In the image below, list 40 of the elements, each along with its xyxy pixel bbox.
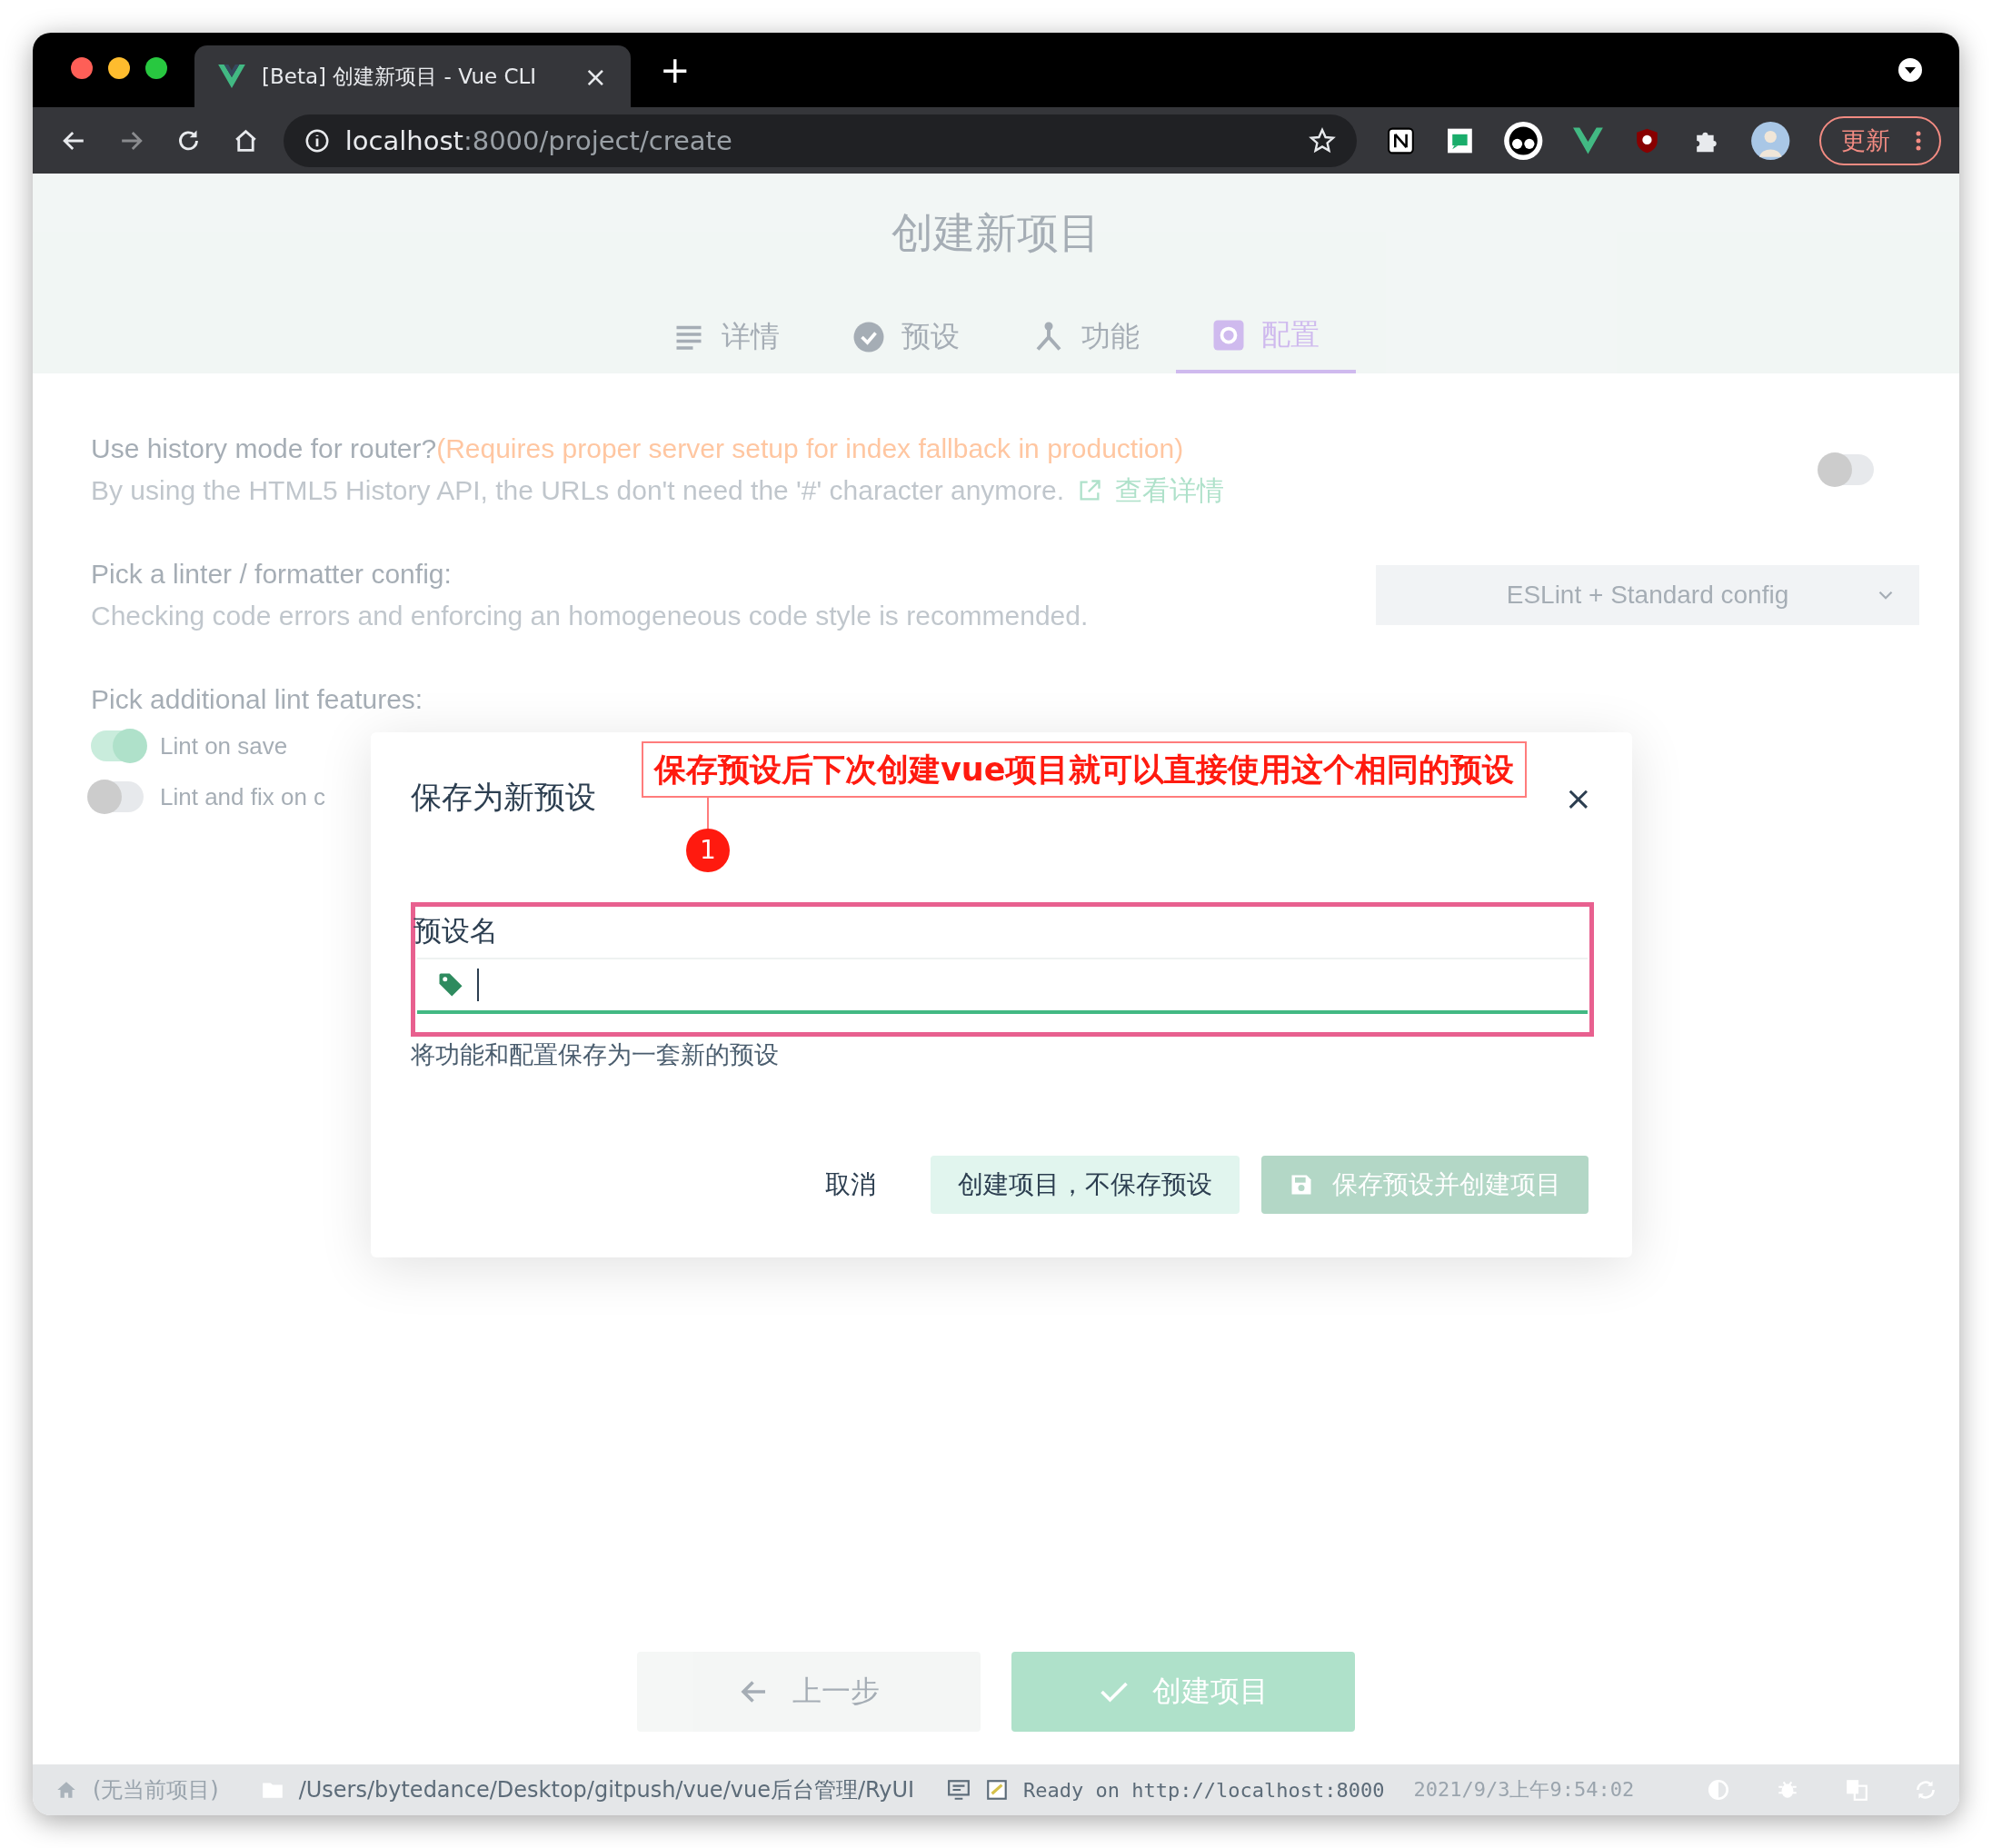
log-message[interactable]: Ready on http://localhost:8000 bbox=[1023, 1778, 1385, 1802]
avatar-icon[interactable] bbox=[1749, 119, 1790, 162]
url-text: localhost:8000/project/create bbox=[344, 124, 732, 156]
mask-icon[interactable] bbox=[1503, 119, 1544, 162]
tab-title: [Beta] 创建新项目 - Vue CLI bbox=[262, 63, 538, 90]
annotation-number: 1 bbox=[686, 829, 730, 872]
v-logo-icon bbox=[218, 65, 245, 88]
dialog-title: 保存为新预设 bbox=[411, 778, 596, 817]
minimize-window-icon[interactable] bbox=[108, 57, 130, 79]
more-icon[interactable] bbox=[1916, 129, 1921, 152]
close-button[interactable]: × bbox=[1564, 779, 1592, 817]
chevron-down-icon[interactable] bbox=[1897, 57, 1923, 83]
close-window-icon[interactable] bbox=[71, 57, 93, 79]
address-bar[interactable]: localhost:8000/project/create bbox=[283, 114, 1357, 167]
dialog-button[interactable]: 取消 bbox=[792, 1156, 909, 1214]
page-title: 创建新项目 bbox=[891, 208, 1101, 258]
gear-icon bbox=[1212, 319, 1245, 352]
terminal-icon[interactable] bbox=[947, 1777, 971, 1803]
setting-title: Pick additional lint features: bbox=[91, 683, 424, 716]
setting-description: By using the HTML5 History API, the URLs don't need the '#' character anymore. bbox=[91, 474, 1065, 507]
input-field[interactable] bbox=[417, 958, 1588, 1014]
setting-description: Checking code errors and enforcing an homogeneous code style is recommended. bbox=[91, 600, 1089, 632]
browser-tab[interactable]: [Beta] 创建新项目 - Vue CLI × bbox=[194, 45, 631, 107]
dialog-button[interactable]: 创建项目，不保存预设 bbox=[931, 1156, 1240, 1214]
note-icon bbox=[985, 1777, 1010, 1803]
annotation-callout: 保存预设后下次创建vue项目就可以直接使用这个相同的预设 bbox=[642, 741, 1528, 798]
setting-title: Pick a linter / formatter config: bbox=[91, 558, 453, 591]
new-tab-button[interactable]: + bbox=[660, 49, 691, 91]
option-label: Lint on save bbox=[160, 731, 288, 761]
field-hint: 将功能和配置保存为一套新的预设 bbox=[411, 1039, 780, 1070]
check-circle-icon bbox=[852, 321, 885, 353]
star-icon[interactable] bbox=[1307, 125, 1337, 155]
setting-title: Use history mode for router?(Requires proper server setup for index fallback in production) bbox=[91, 432, 1185, 465]
close-tab-button[interactable]: × bbox=[583, 60, 607, 93]
timestamp: 2021/9/3上午9:54:02 bbox=[1413, 1777, 1635, 1803]
tag-icon bbox=[437, 971, 464, 999]
update-button[interactable]: 更新 bbox=[1819, 115, 1941, 165]
project-path[interactable]: /Users/bytedance/Desktop/gitpush/vue/vue后台管理/RyUI bbox=[298, 1775, 915, 1804]
option-label: Lint and fix on c bbox=[160, 782, 326, 812]
maximize-window-icon[interactable] bbox=[145, 57, 167, 79]
